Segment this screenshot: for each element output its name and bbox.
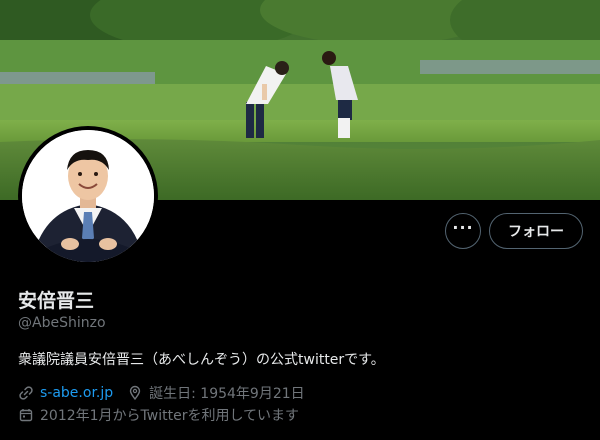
profile-bio: 衆議院議員安倍晋三（あべしんぞう）の公式twitterです。	[18, 352, 385, 368]
profile-meta-row: s-abe.or.jp 誕生日: 1954年9月21日	[18, 383, 305, 403]
calendar-icon	[18, 407, 34, 423]
avatar	[22, 130, 154, 262]
follow-button[interactable]: フォロー	[489, 213, 583, 249]
location-pin-icon	[127, 385, 143, 401]
more-options-icon: ···	[452, 218, 474, 237]
profile-joined-row: 2012年1月からTwitterを利用しています	[18, 405, 299, 425]
profile-website-link[interactable]: s-abe.or.jp	[40, 385, 113, 401]
profile-birthday: 誕生日: 1954年9月21日	[149, 386, 305, 402]
more-options-button[interactable]: ···	[445, 213, 481, 249]
profile-joined-date: 2012年1月からTwitterを利用しています	[40, 408, 300, 424]
link-icon	[18, 385, 34, 401]
profile-name: 安倍晋三	[18, 290, 95, 312]
profile-avatar-frame[interactable]	[18, 126, 158, 266]
profile-handle: @AbeShinzo	[18, 315, 106, 331]
